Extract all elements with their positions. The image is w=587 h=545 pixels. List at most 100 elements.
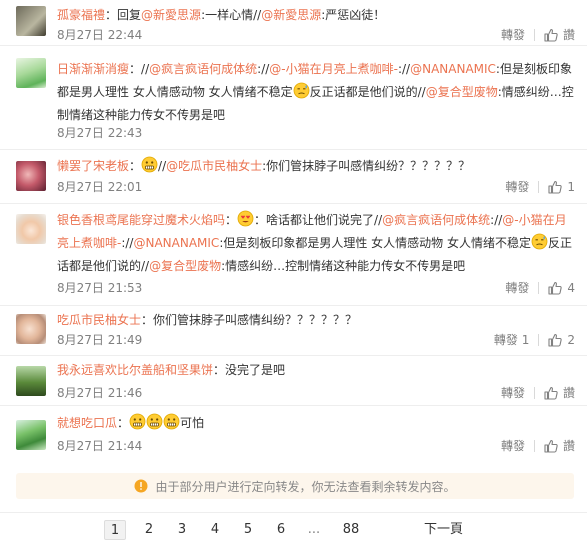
heart-eyes-emoji-icon [237, 210, 254, 227]
comment-text: 孤豪福禮：回复@新愛思源:一样心情//@新愛思源:严惩凶徒！ [57, 4, 575, 27]
page-2-button[interactable]: 2 [143, 520, 155, 540]
sweat-emoji-icon [293, 82, 310, 99]
divider [538, 334, 540, 346]
avatar[interactable] [16, 161, 46, 191]
like-button[interactable]: 讚 [544, 27, 575, 43]
separator: ： [105, 8, 118, 22]
username-link[interactable]: 我永远喜欢比尔盖船和坚果饼 [57, 363, 213, 377]
timestamp: 8月27日 21:49 [57, 333, 143, 347]
comment-text: 日渐渐渐消瘦：//@疯言疯语何成体统://@-小猫在月亮上煮咖啡-://@NAN… [57, 58, 575, 127]
actions: 轉發 1 [505, 179, 575, 195]
separator: ： [141, 313, 154, 327]
mention-link[interactable]: @复合型废物 [149, 259, 221, 273]
mention-link[interactable]: @吃瓜市民柚女士 [166, 159, 262, 173]
comment-text: 银色香根鸢尾能穿过魔术火焰吗： ：啥话都让他们说完了//@疯言疯语何成体统://@… [57, 209, 575, 278]
actions: 轉發 讚 [501, 385, 575, 401]
separator: ： [213, 363, 226, 377]
page-ellipsis: ... [307, 522, 321, 537]
timestamp: 8月27日 22:44 [57, 28, 143, 42]
avatar[interactable] [16, 314, 46, 344]
actions: 轉發 讚 [501, 438, 575, 454]
mention-link[interactable]: @NANANAMIC [410, 62, 496, 76]
repost-label: 轉發 [500, 439, 525, 453]
mention-link[interactable]: @NANANAMIC [133, 236, 219, 250]
list-item: 我永远喜欢比尔盖船和坚果饼：没完了是吧 8月27日 21:46 轉發 讚 [0, 356, 587, 406]
pagination: 1 2 3 4 5 6 ... 88 下一頁 [0, 512, 587, 545]
repost-button[interactable]: 轉發 [505, 179, 529, 195]
username-link[interactable]: 日渐渐渐消瘦 [57, 62, 129, 76]
text: :但是刻板印象都是男人理性 女人情感动物 女人情绪不稳定 [219, 236, 531, 250]
grimace-emoji-icon [146, 413, 163, 430]
timestamp: 8月27日 21:44 [57, 439, 143, 453]
like-button[interactable]: 2 [548, 332, 575, 348]
username-link[interactable]: 吃瓜市民柚女士 [57, 313, 141, 327]
like-count: 1 [567, 180, 575, 194]
repost-label: 轉發 [500, 28, 525, 42]
text: :// [397, 62, 411, 76]
repost-label: 轉發 [505, 281, 530, 295]
avatar[interactable] [16, 366, 46, 396]
repost-button[interactable]: 轉發 [501, 27, 525, 43]
page-4-button[interactable]: 4 [209, 520, 221, 540]
page-1-button[interactable]: 1 [104, 520, 126, 540]
thumbs-up-icon [544, 439, 558, 453]
avatar[interactable] [16, 6, 46, 36]
like-button[interactable]: 讚 [544, 385, 575, 401]
restricted-repost-notice: 由于部分用户进行定向转发，你无法查看剩余转发内容。 [16, 473, 574, 499]
avatar[interactable] [16, 420, 46, 450]
thumbs-up-icon [544, 28, 558, 42]
page-3-button[interactable]: 3 [176, 520, 188, 540]
repost-button[interactable]: 轉發 [501, 385, 525, 401]
avatar[interactable] [16, 58, 46, 88]
page-6-button[interactable]: 6 [275, 520, 287, 540]
like-button[interactable]: 讚 [544, 438, 575, 454]
repost-label: 轉發 [500, 386, 525, 400]
repost-button[interactable]: 轉發 [505, 280, 529, 296]
username-link[interactable]: 就想吃口瓜 [57, 416, 117, 430]
list-item: 日渐渐渐消瘦：//@疯言疯语何成体统://@-小猫在月亮上煮咖啡-://@NAN… [0, 46, 587, 150]
comment-text: 吃瓜市民柚女士：你们管抹脖子叫感情纠纷？？？？？？ [57, 309, 575, 332]
text: :情感纠纷…控制情绪这种能力传女不传男是吧 [221, 259, 466, 273]
list-item: 孤豪福禮：回复@新愛思源:一样心情//@新愛思源:严惩凶徒！ 8月27日 22:… [0, 0, 587, 46]
text: 没完了是吧 [225, 363, 286, 377]
mention-link[interactable]: @复合型废物 [426, 85, 498, 99]
mention-link[interactable]: @-小猫在月亮上煮咖啡- [269, 62, 398, 76]
avatar[interactable] [16, 214, 46, 244]
like-count: 2 [567, 333, 575, 347]
grimace-emoji-icon [129, 413, 146, 430]
text: 回复 [117, 8, 142, 22]
page-88-button[interactable]: 88 [342, 520, 360, 540]
timestamp: 8月27日 21:46 [57, 386, 143, 400]
repost-button[interactable]: 轉發 1 [494, 332, 529, 348]
page-5-button[interactable]: 5 [242, 520, 254, 540]
info-icon [134, 479, 148, 493]
mention-link[interactable]: @新愛思源 [141, 8, 201, 22]
divider [533, 29, 535, 41]
username-link[interactable]: 孤豪福禮 [57, 8, 105, 22]
repost-button[interactable]: 轉發 [501, 438, 525, 454]
like-button[interactable]: 1 [548, 179, 575, 195]
mention-link[interactable]: @疯言疯语何成体统 [149, 62, 257, 76]
text: :你们管抹脖子叫感情纠纷？？？？？？ [262, 159, 471, 173]
separator: ： [129, 62, 142, 76]
thumbs-up-icon [548, 180, 563, 194]
text: // [158, 159, 167, 173]
like-count: 4 [567, 281, 575, 295]
text: :// [121, 236, 134, 250]
divider [538, 181, 540, 193]
username-link[interactable]: 懒罢了宋老板 [57, 159, 129, 173]
like-label: 讚 [562, 386, 575, 400]
separator: ： [129, 159, 142, 173]
like-button[interactable]: 4 [548, 280, 575, 296]
like-label: 讚 [562, 439, 575, 453]
list-item: 吃瓜市民柚女士：你们管抹脖子叫感情纠纷？？？？？？ 8月27日 21:49 轉發… [0, 306, 587, 356]
mention-link[interactable]: @新愛思源 [261, 8, 321, 22]
username-link[interactable]: 银色香根鸢尾能穿过魔术火焰吗 [57, 213, 225, 227]
divider [538, 282, 540, 294]
comment-text: 就想吃口瓜： 可怕 [57, 412, 575, 435]
comment-text: 懒罢了宋老板： //@吃瓜市民柚女士:你们管抹脖子叫感情纠纷？？？？？？ [57, 155, 575, 178]
text: ：啥话都让他们说完了// [254, 213, 383, 227]
text: // [141, 62, 150, 76]
next-page-button[interactable]: 下一頁 [424, 520, 463, 540]
mention-link[interactable]: @疯言疯语何成体统 [382, 213, 490, 227]
